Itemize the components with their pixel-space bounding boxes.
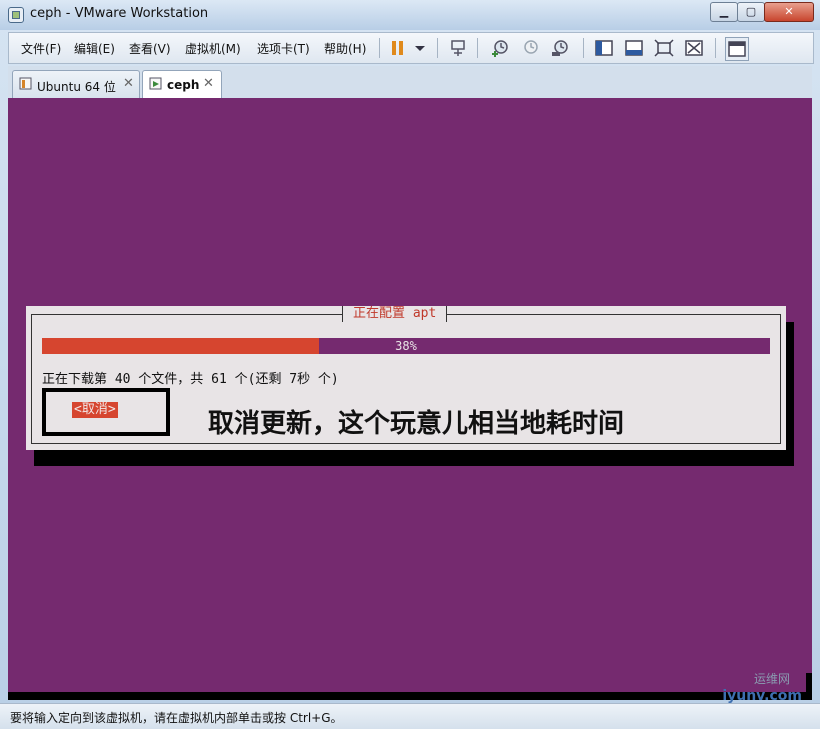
send-ctrl-alt-del-icon[interactable] bbox=[447, 37, 469, 59]
window-title: ceph - VMware Workstation bbox=[30, 6, 209, 21]
menu-edit[interactable]: 编辑(E) bbox=[74, 40, 115, 57]
tab-close-icon[interactable]: ✕ bbox=[123, 76, 134, 91]
menu-view[interactable]: 查看(V) bbox=[129, 40, 171, 57]
dialog-title: 正在配置 apt bbox=[342, 306, 448, 322]
vm-tab-icon bbox=[149, 77, 162, 90]
toolbar-separator bbox=[379, 38, 380, 58]
menu-file[interactable]: 文件(F) bbox=[21, 40, 61, 57]
progress-bar: 38% bbox=[42, 338, 770, 354]
show-thumbnail-bar-icon[interactable] bbox=[623, 37, 645, 59]
show-library-icon[interactable] bbox=[593, 37, 615, 59]
annotation-text: 取消更新，这个玩意儿相当地耗时间 bbox=[208, 409, 625, 439]
menu-vm[interactable]: 虚拟机(M) bbox=[185, 40, 241, 57]
power-dropdown-icon[interactable] bbox=[409, 37, 431, 59]
toolbar-separator bbox=[715, 38, 716, 58]
status-bar: 要将输入定向到该虚拟机，请在虚拟机内部单击或按 Ctrl+G。 运维网 iyun… bbox=[0, 672, 820, 729]
title-bar: ceph - VMware Workstation ▁ ▢ ✕ bbox=[0, 0, 820, 30]
tab-bar: Ubuntu 64 位 ✕ ceph ✕ bbox=[8, 66, 812, 99]
vmware-app-icon bbox=[8, 7, 24, 23]
toolbar-separator bbox=[477, 38, 478, 58]
maximize-button[interactable]: ▢ bbox=[737, 2, 765, 22]
menu-help[interactable]: 帮助(H) bbox=[324, 40, 366, 57]
apt-config-dialog: 正在配置 apt 38% 正在下载第 40 个文件，共 61 个(还剩 7秒 个… bbox=[26, 306, 786, 450]
console-view-icon[interactable] bbox=[725, 37, 749, 61]
tab-ubuntu-64[interactable]: Ubuntu 64 位 ✕ bbox=[12, 70, 140, 98]
menu-toolbar: 文件(F) 编辑(E) 查看(V) 虚拟机(M) 选项卡(T) 帮助(H) bbox=[8, 32, 814, 64]
status-text: 要将输入定向到该虚拟机，请在虚拟机内部单击或按 Ctrl+G。 bbox=[10, 711, 343, 725]
close-window-button[interactable]: ✕ bbox=[764, 2, 814, 22]
tab-close-icon[interactable]: ✕ bbox=[203, 76, 214, 91]
tab-label: Ubuntu 64 位 bbox=[37, 80, 116, 94]
watermark-sub: 运维网 bbox=[753, 672, 790, 686]
vm-console-screen[interactable]: 正在配置 apt 38% 正在下载第 40 个文件，共 61 个(还剩 7秒 个… bbox=[8, 98, 812, 700]
snapshot-take-icon[interactable] bbox=[489, 37, 511, 59]
watermark-text: iyunv.com bbox=[722, 688, 802, 704]
vmware-window: ceph - VMware Workstation ▁ ▢ ✕ 文件(F) 编辑… bbox=[0, 0, 820, 729]
tab-label: ceph bbox=[167, 78, 200, 92]
toolbar-separator bbox=[437, 38, 438, 58]
snapshot-manager-icon[interactable] bbox=[549, 37, 571, 59]
progress-text: 38% bbox=[395, 339, 417, 353]
vm-tab-icon bbox=[19, 77, 32, 90]
screen-edge bbox=[8, 692, 812, 700]
menu-tabs[interactable]: 选项卡(T) bbox=[257, 40, 310, 57]
full-screen-icon[interactable] bbox=[653, 37, 675, 59]
unity-mode-icon[interactable] bbox=[683, 37, 705, 59]
watermark-logo: 运维网 iyunv.com bbox=[722, 672, 810, 726]
pause-icon[interactable] bbox=[387, 37, 409, 59]
minimize-button[interactable]: ▁ bbox=[710, 2, 738, 22]
cancel-button[interactable]: <取消> bbox=[72, 402, 118, 418]
tab-ceph[interactable]: ceph ✕ bbox=[142, 70, 222, 99]
download-status: 正在下载第 40 个文件，共 61 个(还剩 7秒 个) bbox=[42, 372, 339, 387]
toolbar-separator bbox=[583, 38, 584, 58]
snapshot-revert-icon[interactable] bbox=[519, 37, 541, 59]
